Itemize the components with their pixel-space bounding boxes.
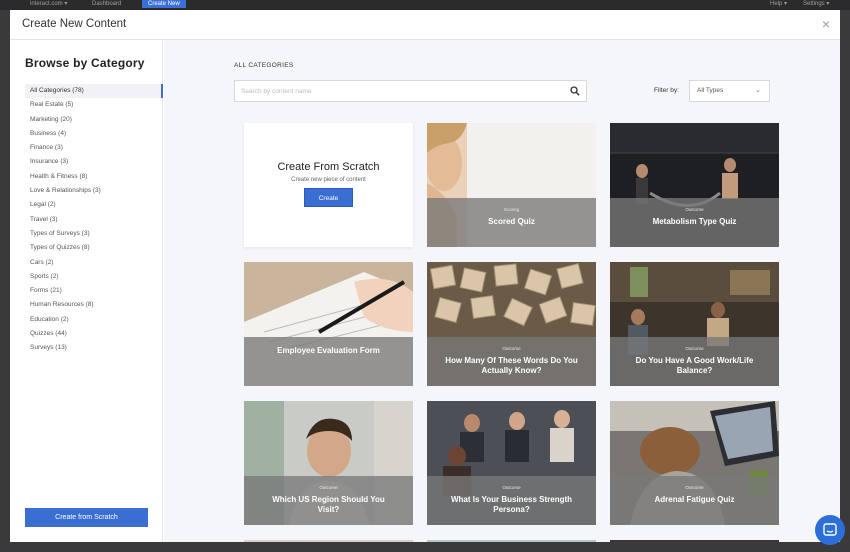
category-travel[interactable]: Travel (3) <box>25 213 163 227</box>
template-card-us-region[interactable]: Outcome Which US Region Should You Visit… <box>244 401 413 525</box>
category-cars[interactable]: Cars (2) <box>25 256 163 270</box>
create-content-modal: Create New Content × Browse by Category … <box>10 10 840 542</box>
chevron-down-icon: ⌄ <box>755 87 761 94</box>
category-types-of-quizzes[interactable]: Types of Quizzes (8) <box>25 241 163 255</box>
category-list: All Categories (78) Real Estate (5) Mark… <box>25 84 163 356</box>
close-icon[interactable]: × <box>822 16 830 32</box>
template-card-scored-quiz[interactable]: Scoring Scored Quiz <box>427 123 596 247</box>
chat-icon[interactable] <box>815 515 845 545</box>
card-title: What Is Your Business Strength Persona? <box>450 495 573 514</box>
content-browser: ALL CATEGORIES Filter by: All Types ⌄ Cr… <box>164 40 840 542</box>
card-overlay: Outcome What Is Your Business Strength P… <box>427 476 596 525</box>
create-from-scratch-button[interactable]: Create from Scratch <box>25 508 148 527</box>
card-overlay: Outcome How Many Of These Words Do You A… <box>427 337 596 386</box>
template-card-partial[interactable] <box>427 540 596 542</box>
template-card-partial[interactable] <box>610 540 779 542</box>
card-title: Employee Evaluation Form <box>277 346 380 355</box>
category-forms[interactable]: Forms (21) <box>25 284 163 298</box>
modal-title: Create New Content <box>22 18 127 30</box>
template-card-employee-evaluation[interactable]: Employee Evaluation Form <box>244 262 413 386</box>
card-type-badge: Outcome <box>685 207 704 212</box>
create-button[interactable]: Create <box>304 188 353 207</box>
create-from-scratch-card[interactable]: Create From Scratch Create new piece of … <box>244 123 413 247</box>
card-overlay: Employee Evaluation Form <box>244 337 413 386</box>
card-overlay: Outcome Do You Have A Good Work/Life Bal… <box>610 337 779 386</box>
template-card-words-quiz[interactable]: Outcome How Many Of These Words Do You A… <box>427 262 596 386</box>
template-card-metabolism[interactable]: Outcome Metabolism Type Quiz <box>610 123 779 247</box>
category-love-relationships[interactable]: Love & Relationships (3) <box>25 184 163 198</box>
category-surveys[interactable]: Surveys (13) <box>25 341 163 355</box>
category-all[interactable]: All Categories (78) <box>25 84 163 99</box>
chat-bubble-glyph <box>823 523 837 536</box>
sidebar-title: Browse by Category <box>25 56 145 70</box>
category-sidebar: Browse by Category All Categories (78) R… <box>10 40 163 542</box>
card-title: Which US Region Should You Visit? <box>272 495 385 514</box>
template-card-business-strength[interactable]: Outcome What Is Your Business Strength P… <box>427 401 596 525</box>
scratch-card-subtitle: Create new piece of content <box>291 177 366 183</box>
category-health-fitness[interactable]: Health & Fitness (8) <box>25 170 163 184</box>
category-quizzes[interactable]: Quizzes (44) <box>25 327 163 341</box>
app-top-bar: interact.com ▾ Dashboard Create New Help… <box>0 0 850 10</box>
template-card-adrenal-fatigue[interactable]: Outcome Adrenal Fatigue Quiz <box>610 401 779 525</box>
template-card-work-life[interactable]: Outcome Do You Have A Good Work/Life Bal… <box>610 262 779 386</box>
scratch-card-title: Create From Scratch <box>277 161 380 173</box>
card-type-badge: Outcome <box>685 485 704 490</box>
card-title: Scored Quiz <box>488 217 535 226</box>
category-business[interactable]: Business (4) <box>25 127 163 141</box>
category-finance[interactable]: Finance (3) <box>25 141 163 155</box>
category-real-estate[interactable]: Real Estate (5) <box>25 98 163 112</box>
app-nav-create-new[interactable]: Create New <box>142 0 186 8</box>
card-overlay: Scoring Scored Quiz <box>427 198 596 247</box>
category-sports[interactable]: Sports (2) <box>25 270 163 284</box>
card-overlay: Outcome Which US Region Should You Visit… <box>244 476 413 525</box>
app-nav-settings[interactable]: Settings ▾ <box>803 0 829 8</box>
card-type-badge: Outcome <box>685 346 704 351</box>
card-type-badge: Outcome <box>502 485 521 490</box>
card-overlay: Outcome Adrenal Fatigue Quiz <box>610 476 779 525</box>
section-label: ALL CATEGORIES <box>234 62 294 69</box>
search-input[interactable] <box>241 85 561 98</box>
filter-label: Filter by: <box>654 87 679 94</box>
card-type-badge: Outcome <box>502 346 521 351</box>
category-human-resources[interactable]: Human Resources (8) <box>25 298 163 312</box>
card-type-badge: Outcome <box>319 485 338 490</box>
card-title: Do You Have A Good Work/Life Balance? <box>635 356 754 375</box>
category-education[interactable]: Education (2) <box>25 313 163 327</box>
search-box <box>234 80 587 102</box>
card-title: Metabolism Type Quiz <box>652 217 737 226</box>
category-marketing[interactable]: Marketing (20) <box>25 113 163 127</box>
filter-value: All Types <box>697 87 724 94</box>
card-type-badge: Scoring <box>503 207 520 212</box>
category-legal[interactable]: Legal (2) <box>25 198 163 212</box>
template-card-partial[interactable] <box>244 540 413 542</box>
card-title: How Many Of These Words Do You Actually … <box>445 356 578 375</box>
category-types-of-surveys[interactable]: Types of Surveys (3) <box>25 227 163 241</box>
app-nav-account[interactable]: interact.com ▾ <box>30 0 67 8</box>
card-title: Adrenal Fatigue Quiz <box>654 495 735 504</box>
modal-header: Create New Content × <box>10 10 840 40</box>
search-icon[interactable] <box>570 86 580 96</box>
category-insurance[interactable]: Insurance (3) <box>25 155 163 169</box>
app-nav-help[interactable]: Help ▾ <box>770 0 787 8</box>
app-nav-dashboard[interactable]: Dashboard <box>92 0 121 8</box>
card-overlay: Outcome Metabolism Type Quiz <box>610 198 779 247</box>
filter-type-select[interactable]: All Types ⌄ <box>689 80 770 102</box>
